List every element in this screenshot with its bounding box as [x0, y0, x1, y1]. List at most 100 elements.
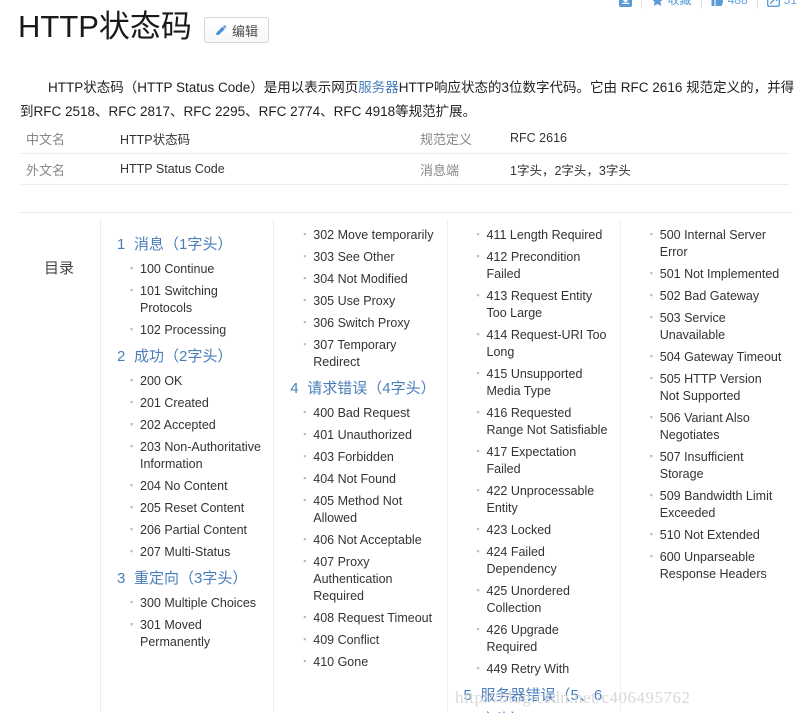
toc-entry[interactable]: ▪ 305 Use Proxy: [290, 293, 436, 310]
share-action[interactable]: 51: [758, 0, 801, 9]
bullet-icon: ▪: [130, 597, 134, 607]
toc-entry-label: 203 Non-Authoritative Information: [140, 440, 261, 471]
toc-entry[interactable]: ▪ 200 OK: [117, 373, 263, 390]
toc-entry[interactable]: ▪ 423 Locked: [464, 522, 610, 539]
toc-entry[interactable]: ▪ 206 Partial Content: [117, 522, 263, 539]
toc-entry[interactable]: ▪ 407 Proxy Authentication Required: [290, 554, 436, 605]
toc-entry[interactable]: ▪ 413 Request Entity Too Large: [464, 288, 610, 322]
edit-button[interactable]: 编辑: [203, 17, 269, 43]
toc-entry[interactable]: ▪ 404 Not Found: [290, 471, 436, 488]
toc-entry[interactable]: ▪ 424 Failed Dependency: [464, 544, 610, 578]
toc-entry[interactable]: ▪ 409 Conflict: [290, 632, 436, 649]
toc-entry[interactable]: ▪ 509 Bandwidth Limit Exceeded: [637, 488, 783, 522]
watermark: http://blog.csdn.net/c406495762: [455, 688, 691, 707]
toc-entry-label: 505 HTTP Version Not Supported: [659, 372, 762, 403]
toc-entry[interactable]: ▪ 449 Retry With: [464, 661, 610, 678]
bullet-icon: ▪: [476, 229, 480, 239]
toc-section-heading[interactable]: 1 消息（1字头）: [117, 233, 263, 257]
toc-entry[interactable]: ▪ 505 HTTP Version Not Supported: [637, 371, 783, 405]
toc-entry[interactable]: ▪ 403 Forbidden: [290, 449, 436, 466]
bullet-icon: ▪: [130, 397, 134, 407]
toc-entry[interactable]: ▪ 506 Variant Also Negotiates: [637, 410, 783, 444]
bullet-icon: ▪: [303, 273, 307, 283]
download-action[interactable]: [610, 0, 642, 9]
toc-entry[interactable]: ▪ 503 Service Unavailable: [637, 310, 783, 344]
toc-entry[interactable]: ▪ 501 Not Implemented: [637, 266, 783, 283]
toc-entry[interactable]: ▪ 400 Bad Request: [290, 405, 436, 422]
toc-entry[interactable]: ▪ 207 Multi-Status: [117, 544, 263, 561]
toc-entry[interactable]: ▪ 201 Created: [117, 395, 263, 412]
toc-entry-label: 406 Not Acceptable: [313, 533, 422, 547]
toc-entry[interactable]: ▪ 307 Temporary Redirect: [290, 337, 436, 371]
toc-entry[interactable]: ▪ 415 Unsupported Media Type: [464, 366, 610, 400]
title-row: HTTP状态码 编辑: [18, 8, 269, 46]
toc-entry[interactable]: ▪ 202 Accepted: [117, 417, 263, 434]
toc-section-heading[interactable]: 4 请求错误（4字头）: [290, 377, 436, 401]
toc-entry[interactable]: ▪ 205 Reset Content: [117, 500, 263, 517]
toc-entry[interactable]: ▪ 101 Switching Protocols: [117, 283, 263, 317]
favorite-action[interactable]: 收藏: [642, 0, 702, 9]
bullet-icon: ▪: [303, 612, 307, 622]
bullet-icon: ▪: [303, 317, 307, 327]
toc-entry[interactable]: ▪ 422 Unprocessable Entity: [464, 483, 610, 517]
toc-entry[interactable]: ▪ 410 Gone: [290, 654, 436, 671]
bullet-icon: ▪: [649, 551, 653, 561]
toc-entry-label: 202 Accepted: [140, 418, 216, 432]
toc-entry[interactable]: ▪ 502 Bad Gateway: [637, 288, 783, 305]
like-action[interactable]: 488: [702, 0, 758, 9]
bullet-icon: ▪: [476, 663, 480, 673]
toc-entry-label: 423 Locked: [486, 523, 552, 537]
toc-entry[interactable]: ▪ 303 See Other: [290, 249, 436, 266]
toc-section-heading[interactable]: 3 重定向（3字头）: [117, 567, 263, 591]
toc-entry[interactable]: ▪ 100 Continue: [117, 261, 263, 278]
toc-entry[interactable]: ▪ 412 Precondition Failed: [464, 249, 610, 283]
info-value: HTTP Status Code: [120, 162, 225, 176]
bullet-icon: ▪: [649, 290, 653, 300]
toc-entry-label: 306 Switch Proxy: [313, 316, 410, 330]
toc-entry-label: 417 Expectation Failed: [486, 445, 577, 476]
toc-entry[interactable]: ▪ 405 Method Not Allowed: [290, 493, 436, 527]
toc-entry-label: 510 Not Extended: [659, 528, 760, 542]
toc-entry-label: 414 Request-URI Too Long: [486, 328, 607, 359]
toc-entry[interactable]: ▪ 300 Multiple Choices: [117, 595, 263, 612]
bullet-icon: ▪: [649, 268, 653, 278]
toc-entry-label: 300 Multiple Choices: [140, 596, 257, 610]
bullet-icon: ▪: [303, 534, 307, 544]
toc-entry[interactable]: ▪ 500 Internal Server Error: [637, 227, 783, 261]
toc-entry[interactable]: ▪ 416 Requested Range Not Satisfiable: [464, 405, 610, 439]
toc-entry[interactable]: ▪ 203 Non-Authoritative Information: [117, 439, 263, 473]
toc-entry[interactable]: ▪ 417 Expectation Failed: [464, 444, 610, 478]
toc-entry[interactable]: ▪ 302 Move temporarily: [290, 227, 436, 244]
toc-entry[interactable]: ▪ 306 Switch Proxy: [290, 315, 436, 332]
toc-entry-label: 409 Conflict: [313, 633, 380, 647]
toc-entry[interactable]: ▪ 304 Not Modified: [290, 271, 436, 288]
toc-entry[interactable]: ▪ 411 Length Required: [464, 227, 610, 244]
toc-section-label: 消息（1字头）: [134, 236, 233, 253]
server-link[interactable]: 服务器: [358, 80, 399, 95]
toc-entry[interactable]: ▪ 408 Request Timeout: [290, 610, 436, 627]
info-row: 中文名 HTTP状态码 规范定义 RFC 2616: [20, 123, 789, 154]
toc-section-number: 1: [117, 236, 126, 253]
toc-entry[interactable]: ▪ 406 Not Acceptable: [290, 532, 436, 549]
toc-entry[interactable]: ▪ 301 Moved Permanently: [117, 617, 263, 651]
toc-entry[interactable]: ▪ 507 Insufficient Storage: [637, 449, 783, 483]
toc-entry[interactable]: ▪ 204 No Content: [117, 478, 263, 495]
toc-entry-label: 424 Failed Dependency: [486, 545, 557, 576]
toc-entry[interactable]: ▪ 426 Upgrade Required: [464, 622, 610, 656]
toc-entry[interactable]: ▪ 425 Unordered Collection: [464, 583, 610, 617]
toc-entry[interactable]: ▪ 504 Gateway Timeout: [637, 349, 783, 366]
toc-entry[interactable]: ▪ 102 Processing: [117, 322, 263, 339]
like-count: 488: [727, 0, 748, 7]
toc-entry-label: 412 Precondition Failed: [486, 250, 581, 281]
toc-entry[interactable]: ▪ 510 Not Extended: [637, 527, 783, 544]
toc-entry[interactable]: ▪ 600 Unparseable Response Headers: [637, 549, 783, 583]
toc-entry-label: 200 OK: [140, 374, 183, 388]
article-page: 收藏 488 51 HTTP状态码 编辑 HTTP状态码（HTTP Status…: [0, 0, 809, 713]
bullet-icon: ▪: [130, 324, 134, 334]
toc-columns: 1 消息（1字头） ▪ 100 Continue ▪ 101 Switching Prot…: [100, 219, 793, 713]
toc-entry[interactable]: ▪ 401 Unauthorized: [290, 427, 436, 444]
toc-entry-label: 416 Requested Range Not Satisfiable: [486, 406, 608, 437]
toc-entry[interactable]: ▪ 414 Request-URI Too Long: [464, 327, 610, 361]
toc-entry-label: 426 Upgrade Required: [486, 623, 559, 654]
toc-section-heading[interactable]: 2 成功（2字头）: [117, 345, 263, 369]
